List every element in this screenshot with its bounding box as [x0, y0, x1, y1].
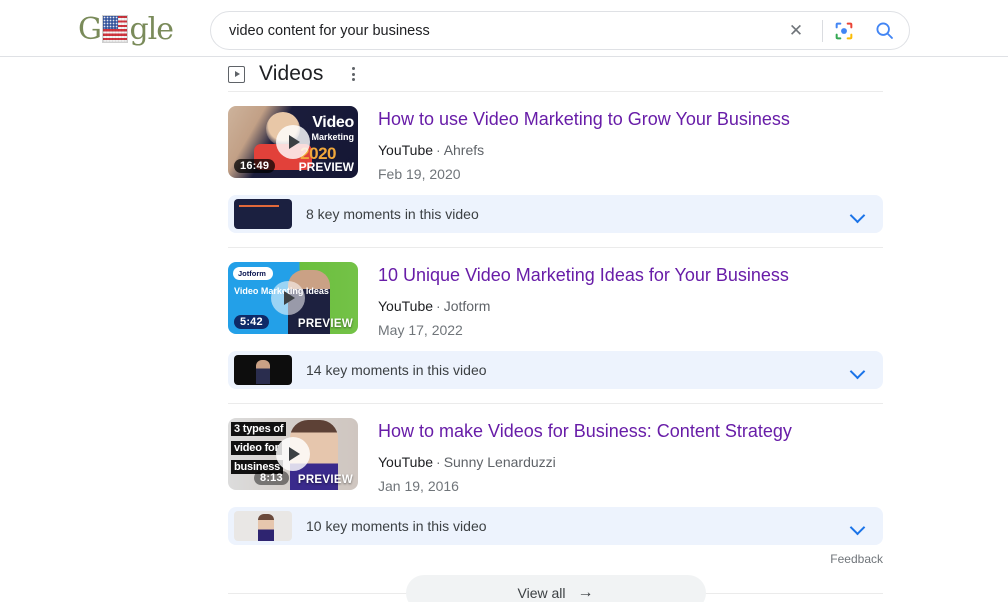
usa-flag-doodle-icon[interactable]	[101, 15, 129, 43]
video-duration: 16:49	[234, 159, 276, 173]
key-moments-bar[interactable]: 14 key moments in this video	[228, 351, 883, 389]
video-result-item: 3 types of video for business 8:13 PREVI…	[228, 404, 883, 545]
videos-section-title: Videos	[259, 62, 324, 85]
source-separator: ·	[436, 454, 441, 470]
chevron-down-icon[interactable]	[849, 361, 867, 379]
channel-name: Sunny Lenarduzzi	[443, 454, 556, 470]
chevron-down-icon[interactable]	[849, 517, 867, 535]
video-meta: How to use Video Marketing to Grow Your …	[358, 106, 790, 182]
google-lens-icon[interactable]	[833, 20, 855, 42]
source-separator: ·	[436, 142, 441, 158]
video-result-item: Jotform Video Marketing Ideas 5:42 PREVI…	[228, 248, 883, 389]
video-title-link[interactable]: How to make Videos for Business: Content…	[378, 421, 792, 441]
thumbnail-text-sub: Marketing	[311, 132, 354, 142]
video-date: May 17, 2022	[378, 322, 463, 338]
thumbnail-brand-label: Jotform	[233, 267, 273, 280]
video-meta: How to make Videos for Business: Content…	[358, 418, 792, 494]
key-moments-thumbnail	[234, 355, 292, 385]
video-duration: 5:42	[234, 315, 269, 329]
chevron-down-icon[interactable]	[849, 205, 867, 223]
search-divider	[822, 19, 823, 42]
key-moments-thumbnail	[234, 511, 292, 541]
search-input[interactable]	[211, 22, 783, 39]
videos-section-header: Videos	[228, 57, 883, 91]
video-date: Jan 19, 2016	[378, 478, 459, 494]
key-moments-bar[interactable]: 10 key moments in this video	[228, 507, 883, 545]
play-icon[interactable]	[276, 437, 310, 471]
view-all-button[interactable]: View all →	[405, 575, 706, 602]
source-name: YouTube	[378, 142, 434, 158]
video-source: YouTube · Jotform	[378, 298, 789, 314]
view-all-label: View all	[517, 585, 566, 601]
clear-search-icon[interactable]: ✕	[783, 18, 809, 44]
video-date: Feb 19, 2020	[378, 166, 461, 182]
preview-label: PREVIEW	[297, 318, 353, 330]
channel-name: Jotform	[443, 298, 491, 314]
view-all-container: View all →	[228, 575, 883, 602]
logo-letters-gle: gle	[129, 11, 174, 47]
video-thumbnail[interactable]: Jotform Video Marketing Ideas 5:42 PREVI…	[228, 262, 358, 334]
preview-label: PREVIEW	[297, 474, 353, 486]
logo-letter-g: G	[78, 11, 102, 47]
video-meta: 10 Unique Video Marketing Ideas for Your…	[358, 262, 789, 338]
key-moments-label: 14 key moments in this video	[306, 362, 487, 378]
key-moments-label: 10 key moments in this video	[306, 518, 487, 534]
three-dot-menu-icon[interactable]	[345, 65, 361, 83]
google-logo[interactable]: G gle	[78, 11, 174, 47]
play-icon[interactable]	[270, 281, 305, 315]
video-result-item: Video Marketing 2020 16:49 PREVIEW How t…	[228, 92, 883, 233]
videos-results-block: Videos Video Marketing 2020 16:49 PREVIE…	[228, 57, 883, 602]
key-moments-thumbnail	[234, 199, 292, 229]
feedback-link[interactable]: Feedback	[228, 552, 883, 566]
thumbnail-text-line2: video for	[231, 441, 282, 455]
arrow-right-icon: →	[577, 584, 594, 601]
thumbnail-text-line1: 3 types of	[231, 422, 287, 436]
video-title-link[interactable]: How to use Video Marketing to Grow Your …	[378, 109, 790, 129]
source-name: YouTube	[378, 454, 434, 470]
channel-name: Ahrefs	[443, 142, 485, 158]
thumbnail-text-main: Video	[312, 114, 354, 131]
source-separator: ·	[436, 298, 441, 314]
search-header: G gle ✕	[0, 0, 1008, 57]
key-moments-label: 8 key moments in this video	[306, 206, 479, 222]
video-duration: 8:13	[254, 471, 289, 485]
video-thumbnail[interactable]: Video Marketing 2020 16:49 PREVIEW	[228, 106, 358, 178]
video-thumbnail[interactable]: 3 types of video for business 8:13 PREVI…	[228, 418, 358, 490]
video-source: YouTube · Ahrefs	[378, 142, 790, 158]
search-submit-icon[interactable]	[867, 14, 901, 48]
search-bar[interactable]: ✕	[210, 11, 910, 50]
video-title-link[interactable]: 10 Unique Video Marketing Ideas for Your…	[378, 265, 789, 285]
source-name: YouTube	[378, 298, 434, 314]
key-moments-bar[interactable]: 8 key moments in this video	[228, 195, 883, 233]
preview-label: PREVIEW	[298, 160, 354, 174]
play-icon[interactable]	[276, 125, 310, 159]
video-badge-icon	[228, 65, 245, 83]
video-source: YouTube · Sunny Lenarduzzi	[378, 454, 792, 470]
